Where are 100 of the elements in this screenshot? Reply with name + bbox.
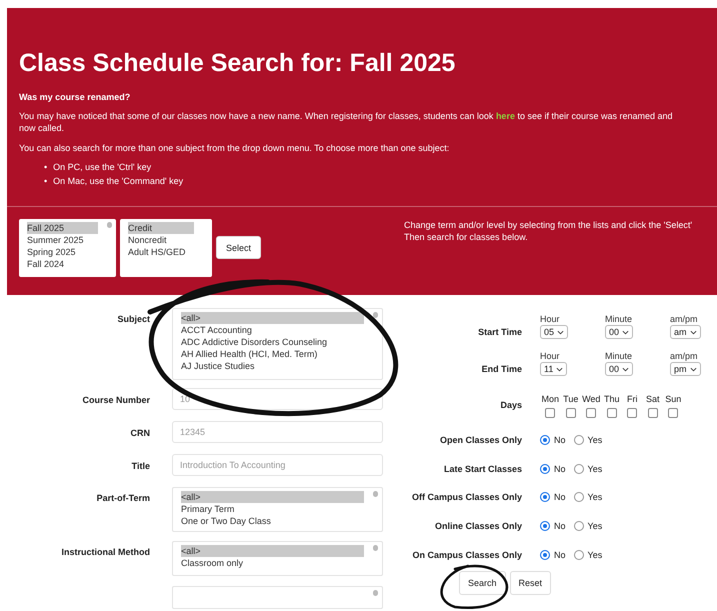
day-label: Sun [665,392,682,404]
chevron-down-icon [622,330,630,334]
level-listbox[interactable]: Credit Noncredit Adult HS/GED [120,219,212,277]
radio-button[interactable] [574,521,584,532]
radio-label: No [554,492,566,502]
checkbox[interactable] [586,408,596,418]
radio-label: No [554,464,566,474]
chevron-down-icon [557,330,564,334]
list-option[interactable]: <all> [181,491,364,503]
radio-label: Yes [588,464,602,474]
radio-button[interactable] [574,550,584,560]
day-label: Wed [582,392,600,404]
checkbox[interactable] [566,408,576,418]
dropdown[interactable]: 05 [540,325,568,339]
reset-button[interactable]: Reset [510,570,552,595]
page-title: Class Schedule Search for: Fall 2025 [19,48,456,78]
field-label: Instructional Method [60,546,150,557]
dropdown[interactable]: 00 [605,325,634,339]
checkbox[interactable] [668,408,678,418]
term-instructions: Then search for classes below. [404,231,529,243]
select-caption: am/pm [670,314,699,325]
list-option[interactable]: ADC Addictive Disorders Counseling [181,336,364,348]
level-option[interactable]: Noncredit [128,234,194,246]
chevron-down-icon [622,366,630,372]
listbox[interactable]: <all> Primary Term One or Two Day Class [172,487,383,532]
text-field[interactable]: 12345 [172,421,383,443]
day-label: Thu [604,392,620,404]
list-option[interactable]: Classroom only [181,557,364,569]
text-field[interactable]: Introduction To Accounting [172,454,383,476]
notice-heading: Was my course renamed? [19,92,132,102]
radio-button[interactable] [540,521,550,532]
select-caption: Hour [540,314,561,325]
select-button[interactable]: Select [216,236,262,259]
list-option[interactable]: AJ Justice Studies [181,360,364,372]
field-label: Start Time [477,326,522,336]
here-link[interactable]: here [496,111,515,121]
list-option[interactable]: <all> [181,312,364,324]
tip-text: On Mac, use the 'Command' key [53,175,184,188]
field-label: Open Classes Only [438,435,522,446]
radio-button[interactable] [574,464,584,474]
select-caption: Minute [605,351,634,362]
list-option[interactable]: ACCT Accounting [181,324,364,336]
radio-label: No [554,521,566,532]
term-option[interactable]: Fall 2025 [27,222,98,234]
checkbox[interactable] [606,408,617,418]
chevron-down-icon [690,330,697,334]
day-label: Tue [563,392,578,404]
radio-label: No [554,435,566,446]
list-option[interactable]: AH Allied Health (HCI, Med. Term) [181,348,364,360]
dropdown[interactable]: 11 [540,362,568,376]
level-option[interactable]: Adult HS/GED [128,246,194,258]
list-option[interactable]: One or Two Day Class [181,515,364,527]
term-option[interactable]: Spring 2025 [27,246,98,258]
term-option[interactable]: Fall 2024 [27,258,98,270]
radio-label: No [554,550,566,560]
scrollbar-thumb[interactable] [373,590,378,596]
dropdown[interactable]: 00 [605,362,634,376]
radio-label: Yes [588,492,602,502]
field-label: Part-of-Term [96,492,150,503]
radio-button[interactable] [540,550,550,560]
listbox[interactable]: <all> ACCT Accounting ADC Addictive Disorders Counseling AH Allied Health (HCI, Med. Term) AJ Justice Studies [172,308,383,380]
term-listbox[interactable]: Fall 2025 Summer 2025 Spring 2025 Fall 2024 [19,219,116,277]
radio-button[interactable] [540,492,550,502]
list-option[interactable]: Primary Term [181,503,364,515]
field-label: Course Number [81,394,150,405]
scrollbar-thumb[interactable] [107,222,112,228]
radio-button[interactable] [540,435,550,446]
level-option[interactable]: Credit [128,222,194,234]
term-instructions: Change term and/or level by selecting from the lists and click the 'Select' [404,219,692,231]
dropdown[interactable]: am [670,325,701,339]
checkbox[interactable] [545,408,556,418]
field-label: Title [130,460,150,471]
field-label: Online Classes Only [434,521,522,532]
multi-select-hint: You can also search for more than one subject from the drop down menu. To choose more than one subject: [19,142,450,154]
radio-label: Yes [588,521,602,532]
scrollbar-thumb[interactable] [373,491,378,497]
search-button[interactable]: Search [459,570,506,595]
dropdown[interactable]: pm [670,362,701,376]
scrollbar-thumb[interactable] [373,545,378,551]
day-label: Fri [627,392,638,404]
term-option[interactable]: Summer 2025 [27,234,98,246]
field-label: Late Start Classes [442,464,522,474]
radio-button[interactable] [540,464,550,474]
bullet-marker: • [44,161,48,174]
scrollbar-thumb[interactable] [373,312,378,318]
select-caption: am/pm [670,351,699,362]
select-caption: Minute [605,314,634,325]
list-option[interactable]: <all> [181,545,364,557]
notice-text: You may have noticed that some of our classes now have a new name. When registering for classes, students can look here to see if their course was renamed and now called. [19,110,674,134]
field-label: Days [499,400,522,410]
radio-button[interactable] [574,435,584,446]
checkbox[interactable] [648,408,658,418]
chevron-down-icon [556,366,564,372]
select-caption: Hour [540,351,561,362]
listbox[interactable]: <all> Classroom only [172,541,383,576]
radio-button[interactable] [574,492,584,502]
checkbox[interactable] [627,408,638,418]
field-label: Off Campus Classes Only [410,492,522,502]
field-label: End Time [480,362,522,374]
field-label: CRN [130,427,150,438]
